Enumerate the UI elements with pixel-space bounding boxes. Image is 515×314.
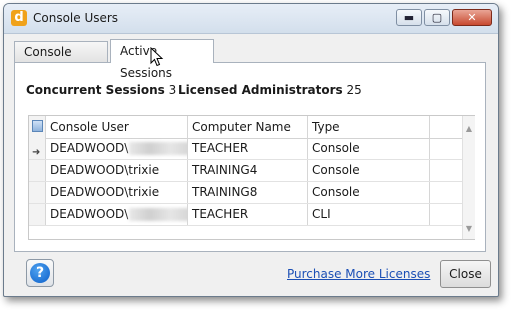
cell-type[interactable]: Console [308, 160, 430, 181]
app-logo-icon: d [11, 10, 27, 26]
cell-computer-name[interactable]: TRAINING4 [188, 160, 308, 181]
column-header-console-user[interactable]: Console User [46, 116, 188, 138]
tab-console-users[interactable]: Console Users [14, 41, 108, 79]
column-header-computer-name[interactable]: Computer Name [188, 116, 308, 138]
purchase-licenses-link[interactable]: Purchase More Licenses [287, 267, 430, 281]
maximize-button[interactable]: ▢ [424, 9, 450, 26]
redacted-username [129, 142, 187, 155]
close-button[interactable]: Close [440, 260, 491, 288]
title-bar[interactable]: d Console Users ▬ ▢ ✕ [4, 4, 498, 34]
cell-console-user[interactable]: DEADWOOD\trixie [46, 160, 188, 181]
table-row[interactable]: DEADWOOD\ TEACHER CLI [29, 204, 462, 226]
concurrent-sessions-label: Concurrent Sessions [26, 83, 165, 97]
dialog-window: d Console Users ▬ ▢ ✕ Console Users Acti… [3, 3, 499, 297]
cell-filler [430, 138, 462, 159]
concurrent-sessions-value: 3 [168, 83, 177, 97]
vertical-scrollbar[interactable]: ▲ ▼ [462, 116, 475, 239]
help-button[interactable]: ? [26, 259, 54, 287]
table-row[interactable]: DEADWOOD\trixie TRAINING8 Console [29, 182, 462, 204]
cell-type[interactable]: Console [308, 182, 430, 203]
column-header-type[interactable]: Type [308, 116, 430, 138]
scroll-up-icon[interactable]: ▲ [464, 124, 474, 134]
licensed-administrators-value: 25 [346, 83, 362, 97]
scroll-down-icon[interactable]: ▼ [464, 224, 474, 234]
column-chooser-button[interactable] [29, 116, 46, 138]
sessions-grid[interactable]: Console User Computer Name Type ➜ DEADWO… [28, 115, 475, 240]
redacted-username [129, 208, 187, 221]
cell-type[interactable]: Console [308, 138, 430, 159]
row-selector[interactable] [29, 160, 46, 181]
cell-console-user[interactable]: DEADWOOD\ [46, 138, 188, 159]
cell-console-user[interactable]: DEADWOOD\trixie [46, 182, 188, 203]
active-sessions-panel: Concurrent Sessions 3 Licensed Administr… [14, 62, 486, 252]
cell-computer-name[interactable]: TEACHER [188, 138, 308, 159]
window-title: Console Users [33, 11, 119, 25]
row-selector[interactable]: ➜ [29, 138, 46, 159]
licensed-administrators-stat: Licensed Administrators 25 [178, 83, 362, 97]
row-selector[interactable] [29, 204, 46, 225]
cell-type[interactable]: CLI [308, 204, 430, 225]
help-icon: ? [30, 263, 50, 283]
concurrent-sessions-stat: Concurrent Sessions 3 [26, 83, 176, 97]
licensed-administrators-label: Licensed Administrators [178, 83, 343, 97]
cell-computer-name[interactable]: TRAINING8 [188, 182, 308, 203]
current-row-arrow-icon: ➜ [32, 147, 41, 158]
column-header-filler [430, 116, 462, 138]
table-icon [32, 120, 43, 132]
table-row[interactable]: DEADWOOD\trixie TRAINING4 Console [29, 160, 462, 182]
cell-console-user[interactable]: DEADWOOD\ [46, 204, 188, 225]
row-selector[interactable] [29, 182, 46, 203]
grid-header: Console User Computer Name Type [29, 116, 462, 139]
user-text: DEADWOOD\ [50, 141, 129, 155]
cell-computer-name[interactable]: TEACHER [188, 204, 308, 225]
table-row[interactable]: ➜ DEADWOOD\ TEACHER Console [29, 138, 462, 160]
user-text: DEADWOOD\ [50, 207, 129, 221]
cell-filler [430, 204, 462, 225]
minimize-button[interactable]: ▬ [396, 9, 422, 26]
mouse-pointer-icon [150, 47, 164, 67]
cell-filler [430, 160, 462, 181]
cell-filler [430, 182, 462, 203]
close-window-button[interactable]: ✕ [452, 9, 492, 26]
